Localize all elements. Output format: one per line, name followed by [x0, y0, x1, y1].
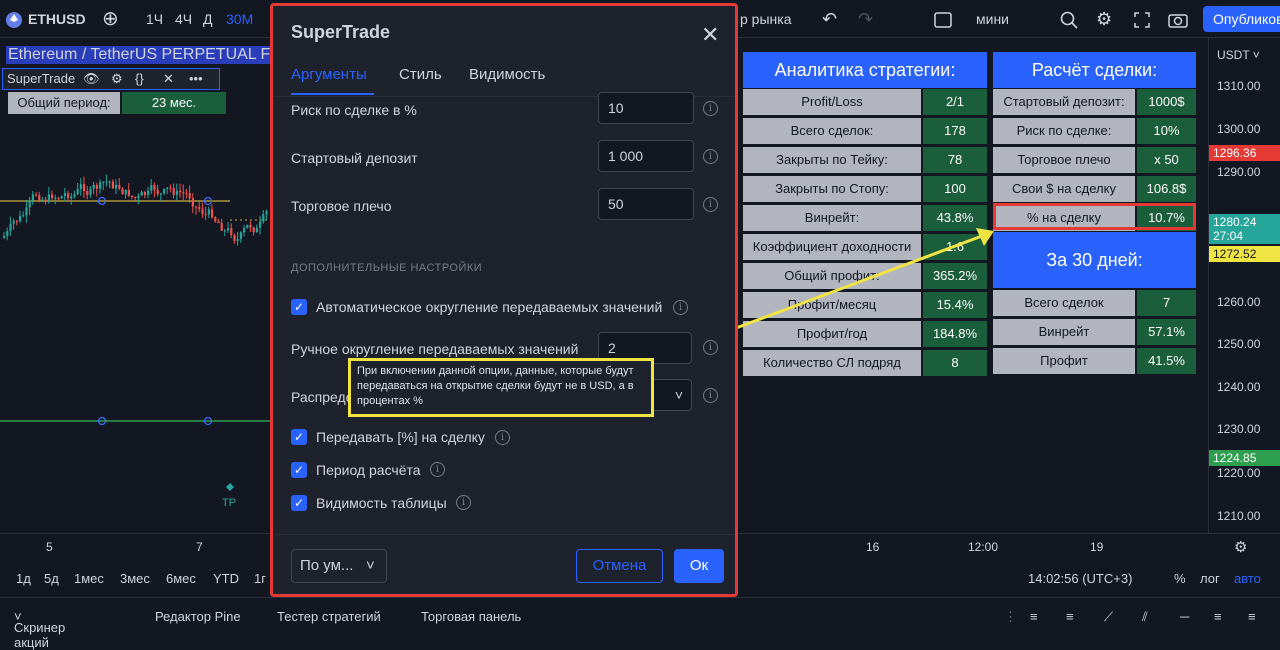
pass-percent-checkbox[interactable]: ✓ [291, 429, 307, 445]
tab-arguments[interactable]: Аргументы [291, 66, 367, 83]
info-icon[interactable]: i [703, 197, 718, 212]
tab-underline [291, 93, 374, 95]
risk-label: Риск по сделке в % [291, 102, 417, 118]
divider [273, 534, 735, 535]
info-icon[interactable]: i [430, 462, 445, 477]
calc-period-checkbox[interactable]: ✓ [291, 462, 307, 478]
auto-round-label[interactable]: Автоматическое округление передаваемых з… [316, 299, 662, 315]
annotation-tooltip: При включении данной опции, данные, кото… [348, 358, 654, 417]
close-icon[interactable]: ✕ [701, 22, 719, 48]
deposit-label: Стартовый депозит [291, 150, 418, 166]
deposit-input[interactable]: 1 000 [598, 140, 694, 172]
calc-period-label[interactable]: Период расчёта [316, 462, 421, 478]
distribution-label: Распреде [291, 389, 354, 405]
auto-round-checkbox[interactable]: ✓ [291, 299, 307, 315]
leverage-input[interactable]: 50 [598, 188, 694, 220]
indicator-settings-dialog: SuperTrade ✕ Аргументы Стиль Видимость Р… [270, 3, 738, 597]
risk-input[interactable]: 10 [598, 92, 694, 124]
ok-button[interactable]: Ок [674, 549, 724, 583]
section-header: ДОПОЛНИТЕЛЬНЫЕ НАСТРОЙКИ [291, 262, 483, 274]
manual-round-label: Ручное округление передаваемых значений [291, 341, 579, 357]
table-visibility-checkbox[interactable]: ✓ [291, 495, 307, 511]
pass-percent-label[interactable]: Передавать [%] на сделку [316, 429, 485, 445]
info-icon[interactable]: i [495, 430, 510, 445]
info-icon[interactable]: i [703, 101, 718, 116]
tab-style[interactable]: Стиль [399, 66, 442, 83]
info-icon[interactable]: i [673, 300, 688, 315]
info-icon[interactable]: i [703, 340, 718, 355]
cancel-button[interactable]: Отмена [576, 549, 663, 583]
info-icon[interactable]: i [456, 495, 471, 510]
tab-visibility[interactable]: Видимость [469, 66, 545, 83]
dialog-title: SuperTrade [291, 22, 391, 42]
defaults-dropdown[interactable]: По ум... ˅ [291, 549, 387, 583]
info-icon[interactable]: i [703, 388, 718, 403]
table-visibility-label[interactable]: Видимость таблицы [316, 495, 447, 511]
info-icon[interactable]: i [703, 149, 718, 164]
leverage-label: Торговое плечо [291, 198, 392, 214]
